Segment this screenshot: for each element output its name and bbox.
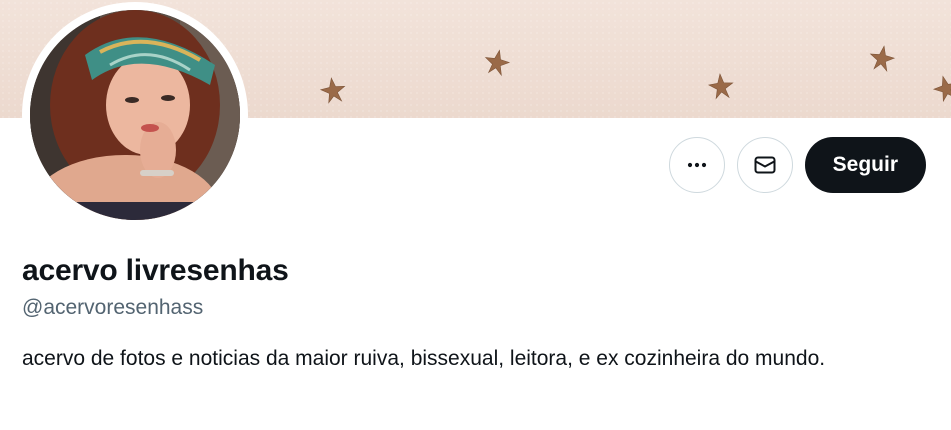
avatar[interactable] [30, 10, 240, 220]
star-icon [932, 75, 951, 103]
message-button[interactable] [736, 137, 793, 193]
avatar-photo [30, 10, 240, 220]
star-icon [484, 49, 511, 77]
star-icon [319, 77, 346, 104]
user-handle: @acervoresenhass [22, 296, 204, 319]
profile-actions: Seguir [668, 137, 926, 193]
star-icon [869, 45, 896, 73]
profile-bio: acervo de fotos e noticias da maior ruiv… [22, 347, 826, 370]
avatar-frame[interactable] [22, 2, 248, 228]
profile-header: Seguir acervo livresenhas @acervoresenha… [0, 0, 951, 430]
follow-button[interactable]: Seguir [804, 137, 926, 193]
display-name: acervo livresenhas [22, 254, 289, 287]
more-horizontal-icon [687, 162, 706, 168]
envelope-icon [754, 156, 776, 174]
more-options-button[interactable] [668, 137, 725, 193]
star-icon [707, 73, 734, 100]
